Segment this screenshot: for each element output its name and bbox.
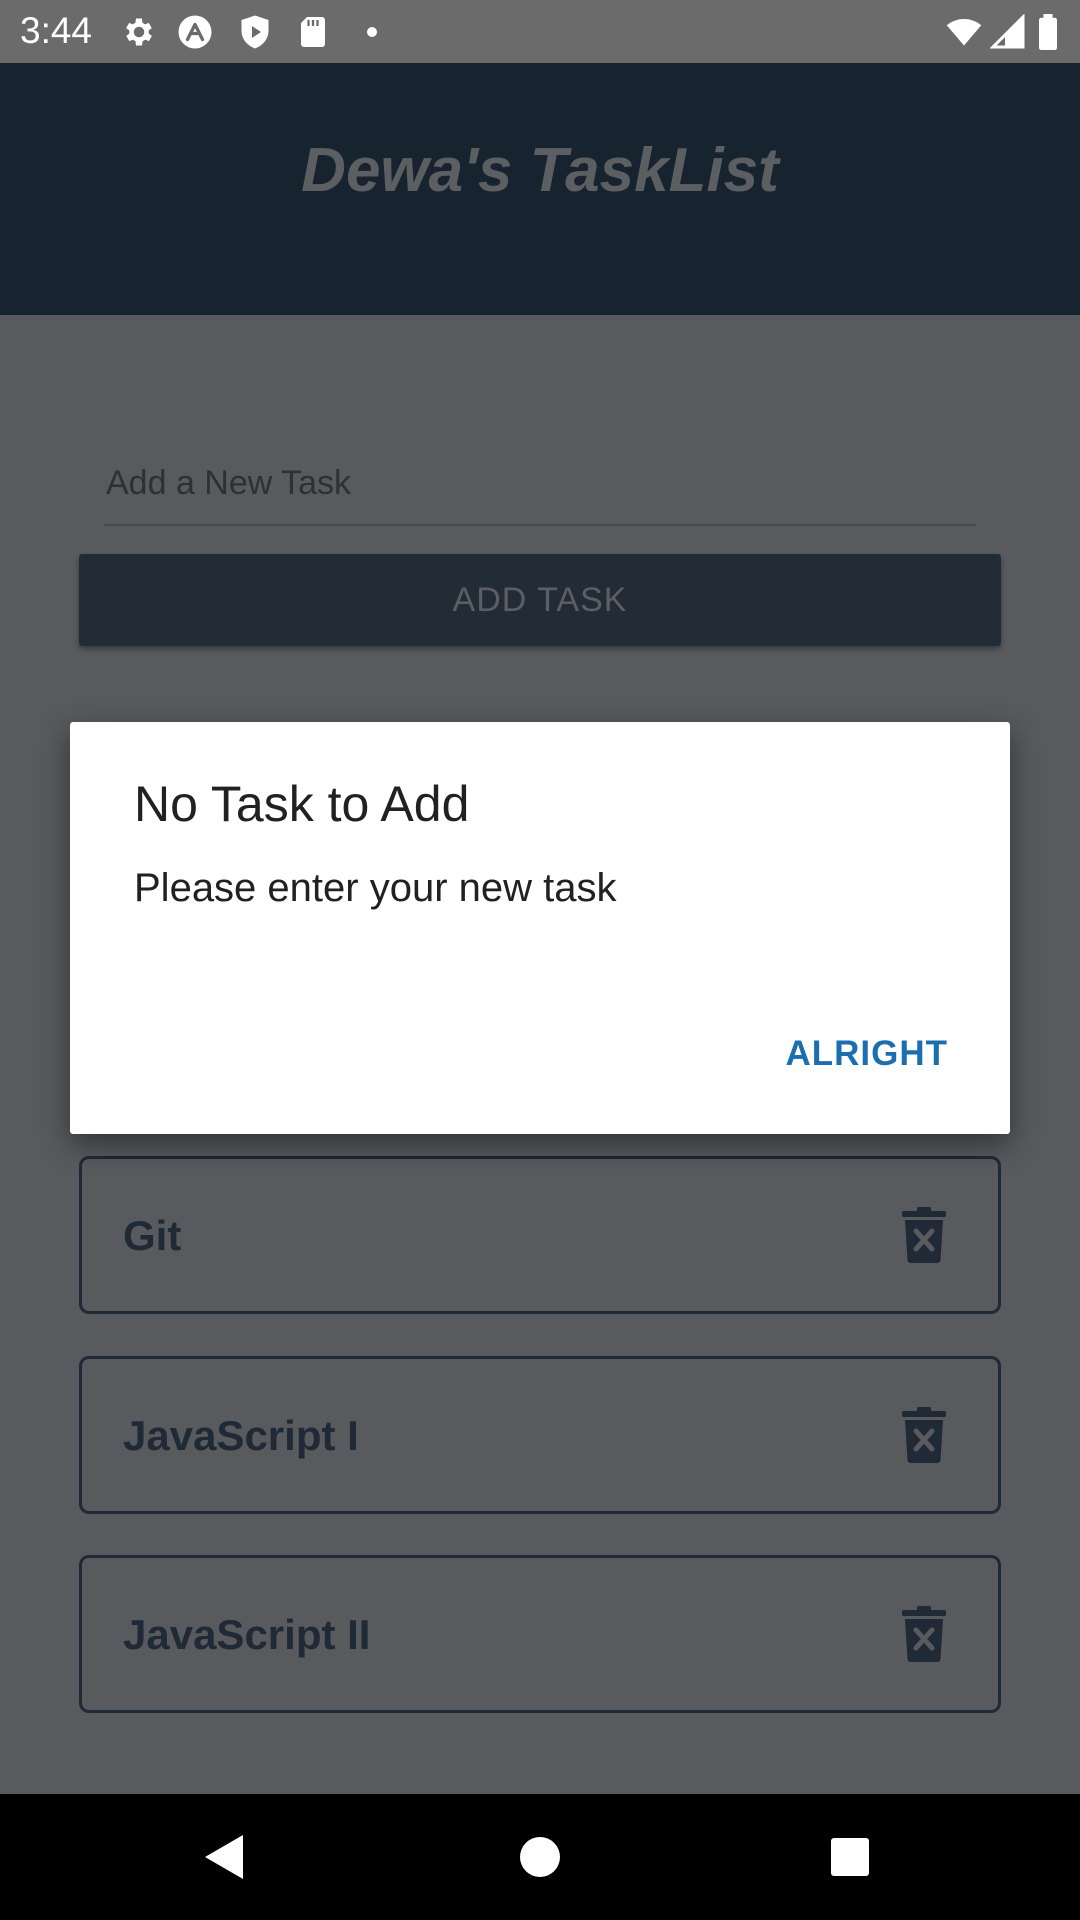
dialog-message: Please enter your new task (134, 866, 617, 910)
add-task-button[interactable]: ADD TASK (79, 554, 1001, 646)
back-icon[interactable] (195, 1827, 255, 1887)
app-title: Dewa's TaskList (301, 136, 779, 205)
home-icon[interactable] (510, 1827, 570, 1887)
task-item-javascript-2: JavaScript II (79, 1555, 1001, 1713)
battery-icon (1036, 14, 1060, 50)
task-label: JavaScript II (123, 1611, 371, 1658)
new-task-input[interactable] (104, 442, 976, 526)
alert-dialog: No Task to Add Please enter your new tas… (70, 722, 1010, 1134)
trash-x-icon[interactable] (902, 1207, 946, 1263)
shield-play-icon (237, 14, 273, 50)
gear-icon (121, 14, 157, 50)
navigation-bar (0, 1794, 1080, 1920)
trash-x-icon[interactable] (902, 1407, 946, 1463)
sd-card-icon (295, 14, 331, 50)
task-item-javascript-1: JavaScript I (79, 1356, 1001, 1514)
app-a-icon (177, 14, 213, 50)
dialog-title: No Task to Add (134, 776, 470, 832)
app-header: Dewa's TaskList (0, 63, 1080, 315)
wifi-icon (942, 14, 986, 50)
alright-button[interactable]: ALRIGHT (785, 1034, 948, 1074)
task-label: Git (123, 1212, 182, 1259)
task-label: JavaScript I (123, 1412, 359, 1459)
recents-icon[interactable] (820, 1827, 880, 1887)
task-item-git: Git (79, 1156, 1001, 1314)
trash-x-icon[interactable] (902, 1606, 946, 1662)
status-bar: 3:44 (0, 0, 1080, 63)
signal-icon (990, 14, 1026, 50)
dot-icon (362, 14, 382, 50)
status-time: 3:44 (20, 10, 93, 51)
app-screen: 3:44 Dewa's TaskList ADD TASK (0, 0, 1080, 1920)
